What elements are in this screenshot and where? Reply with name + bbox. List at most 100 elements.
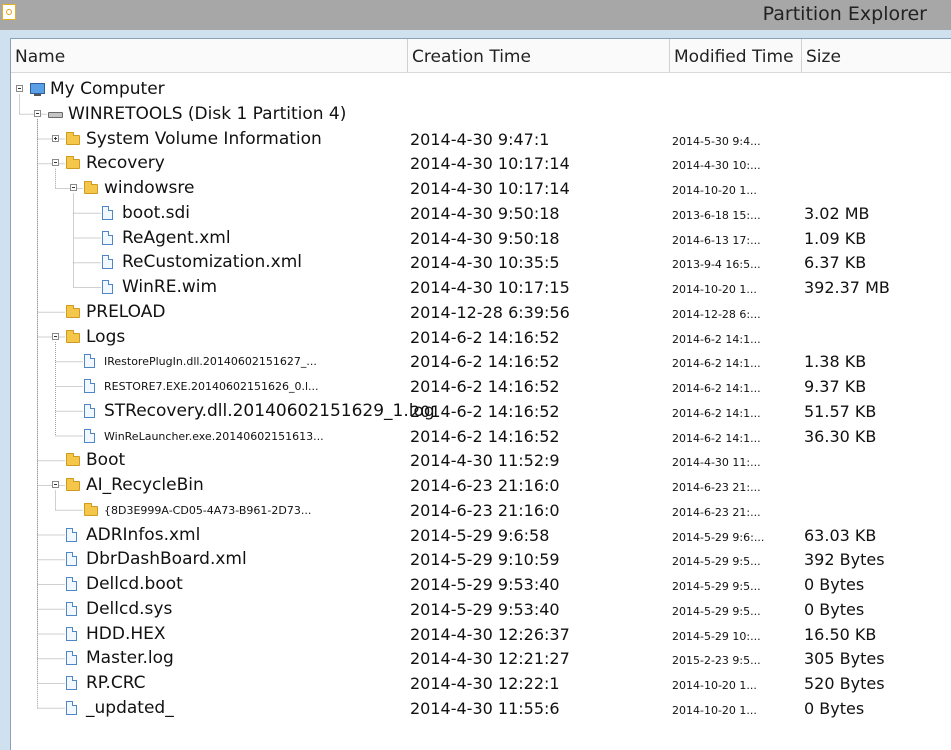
table-row[interactable]: boot.sdi 2014-4-30 9:50:18 2013-6-18 15:..… (11, 201, 951, 226)
row-modified-time: 2014-10-20 1... (672, 283, 757, 296)
row-size: 0 Bytes (804, 698, 865, 718)
column-header-creation-time[interactable]: Creation Time (408, 39, 670, 72)
row-size: 3.02 MB (804, 203, 870, 223)
row-creation-time: 2014-6-2 14:16:52 (410, 377, 560, 396)
row-name: STRecovery.dll.20140602151629_1.log (104, 400, 435, 421)
row-name: Boot (86, 450, 126, 471)
collapse-toggle[interactable] (52, 481, 59, 488)
table-row[interactable]: RESTORE7.EXE.20140602151626_0.l... 2014-6… (11, 374, 951, 399)
file-icon (66, 676, 77, 690)
table-row[interactable]: System Volume Information 2014-4-30 9:47:… (11, 127, 951, 152)
table-row[interactable]: Boot 2014-4-30 11:52:9 2014-4-30 11:... (11, 448, 951, 473)
table-row[interactable]: PRELOAD 2014-12-28 6:39:56 2014-12-28 6:..… (11, 300, 951, 325)
column-header-modified-time[interactable]: Modified Time (670, 39, 802, 72)
file-icon (66, 601, 77, 616)
row-size: 36.30 KB (804, 426, 877, 446)
row-creation-time: 2014-4-30 10:17:14 (410, 154, 570, 174)
row-name: Logs (86, 326, 126, 347)
row-name: RP.CRC (86, 673, 146, 693)
folder-icon (66, 131, 80, 145)
table-row[interactable]: WinRE.wim 2014-4-30 10:17:15 2014-10-20 1.… (11, 275, 951, 300)
file-icon (102, 230, 113, 245)
window-title: Partition Explorer (762, 3, 927, 25)
row-size: 520 Bytes (804, 674, 885, 693)
row-creation-time: 2014-4-30 10:17:15 (410, 278, 570, 297)
file-icon (66, 626, 77, 641)
table-row[interactable]: _updated_ 2014-4-30 11:55:6 2014-10-20 1..… (11, 696, 951, 721)
table-row[interactable]: Logs 2014-6-2 14:16:52 2014-6-2 14:1... (11, 325, 951, 350)
table-row[interactable]: Dellcd.boot 2014-5-29 9:53:40 2014-5-29 9:… (11, 572, 951, 597)
row-name: boot.sdi (122, 202, 191, 223)
row-name: PRELOAD (86, 301, 166, 322)
row-size: 1.09 KB (804, 228, 867, 248)
table-row[interactable]: ReAgent.xml 2014-4-30 9:50:18 2014-6-13 17… (11, 226, 951, 251)
row-name: IRestorePlugIn.dll.20140602151627_... (104, 355, 317, 369)
expand-toggle[interactable] (52, 134, 59, 142)
folder-icon (66, 156, 80, 170)
row-modified-time: 2014-5-29 9:6:... (672, 530, 765, 544)
row-name: ReCustomization.xml (122, 252, 303, 273)
table-row[interactable]: Master.log 2014-4-30 12:21:27 2015-2-23 9:… (11, 646, 951, 671)
file-icon (84, 428, 95, 443)
table-row[interactable]: IRestorePlugIn.dll.20140602151627_... 201… (11, 349, 951, 374)
row-modified-time: 2013-6-18 15:... (672, 208, 761, 222)
table-row[interactable]: WinReLauncher.exe.20140602151613... 2014-… (11, 424, 951, 449)
row-size: 0 Bytes (804, 599, 865, 619)
table-row[interactable]: windowsre 2014-4-30 10:17:14 2014-10-20 1.… (11, 176, 951, 201)
collapse-toggle[interactable] (52, 332, 59, 340)
row-modified-time: 2014-6-2 14:1... (672, 357, 761, 371)
row-modified-time: 2013-9-4 16:5... (672, 258, 761, 272)
file-tree-panel[interactable]: Name Creation Time Modified Time Size My… (10, 38, 951, 750)
collapse-toggle[interactable] (16, 85, 23, 92)
table-row[interactable]: Recovery 2014-4-30 10:17:14 2014-4-30 10:.… (11, 151, 951, 176)
row-size: 392.37 MB (804, 278, 890, 297)
row-modified-time: 2014-5-29 9:5... (672, 604, 761, 618)
row-creation-time: 2014-4-30 12:26:37 (410, 624, 570, 644)
row-modified-time: 2015-2-23 9:5... (672, 654, 761, 668)
row-creation-time: 2014-12-28 6:39:56 (410, 302, 570, 322)
table-row[interactable]: My Computer (11, 77, 951, 102)
table-row[interactable]: ReCustomization.xml 2014-4-30 10:35:5 2013… (11, 250, 951, 275)
row-creation-time: 2014-4-30 11:55:6 (410, 698, 560, 718)
file-icon (84, 379, 95, 393)
row-modified-time: 2014-5-29 9:5... (672, 580, 761, 593)
collapse-toggle[interactable] (70, 184, 77, 191)
collapse-toggle[interactable] (52, 159, 59, 167)
row-creation-time: 2014-4-30 10:17:14 (410, 179, 570, 198)
row-modified-time: 2014-10-20 1... (672, 184, 757, 197)
row-modified-time: 2014-5-29 9:5... (672, 555, 761, 569)
row-creation-time: 2014-4-30 9:47:1 (410, 129, 550, 149)
file-icon (102, 205, 113, 220)
table-row[interactable]: HDD.HEX 2014-4-30 12:26:37 2014-5-29 10:..… (11, 622, 951, 647)
row-creation-time: 2014-6-2 14:16:52 (410, 352, 560, 372)
file-icon (66, 651, 77, 666)
row-creation-time: 2014-5-29 9:53:40 (410, 575, 560, 594)
table-row[interactable]: {8D3E999A-CD05-4A73-B961-2D73... 2014-6-2… (11, 498, 951, 523)
table-row[interactable]: Dellcd.sys 2014-5-29 9:53:40 2014-5-29 9:5… (11, 597, 951, 622)
row-creation-time: 2014-6-23 21:16:0 (410, 476, 560, 495)
row-modified-time: 2014-4-30 10:... (672, 159, 761, 173)
file-icon (66, 577, 77, 591)
row-modified-time: 2014-6-23 21:... (672, 481, 761, 494)
collapse-toggle[interactable] (34, 109, 41, 117)
folder-icon (66, 453, 80, 467)
row-modified-time: 2014-10-20 1... (672, 703, 757, 717)
table-row[interactable]: STRecovery.dll.20140602151629_1.log 2014-… (11, 399, 951, 424)
row-creation-time: 2014-4-30 9:50:18 (410, 203, 560, 223)
table-row[interactable]: WINRETOOLS (Disk 1 Partition 4) (11, 102, 951, 127)
row-creation-time: 2014-4-30 12:21:27 (410, 649, 570, 669)
row-size: 305 Bytes (804, 649, 885, 669)
row-name: RESTORE7.EXE.20140602151626_0.l... (104, 380, 319, 393)
table-row[interactable]: AI_RecycleBin 2014-6-23 21:16:0 2014-6-23 … (11, 473, 951, 498)
table-row[interactable]: ADRInfos.xml 2014-5-29 9:6:58 2014-5-29 9:… (11, 523, 951, 548)
row-creation-time: 2014-5-29 9:10:59 (410, 550, 560, 570)
table-row[interactable]: DbrDashBoard.xml 2014-5-29 9:10:59 2014-5-… (11, 547, 951, 572)
column-header-size[interactable]: Size (802, 39, 951, 72)
row-name: Recovery (86, 153, 165, 174)
row-creation-time: 2014-6-23 21:16:0 (410, 500, 560, 520)
title-bar: Partition Explorer (0, 0, 951, 30)
row-size: 16.50 KB (804, 624, 877, 644)
table-row[interactable]: RP.CRC 2014-4-30 12:22:1 2014-10-20 1... 52… (11, 671, 951, 696)
folder-icon (66, 304, 80, 318)
row-creation-time: 2014-6-2 14:16:52 (410, 327, 560, 347)
